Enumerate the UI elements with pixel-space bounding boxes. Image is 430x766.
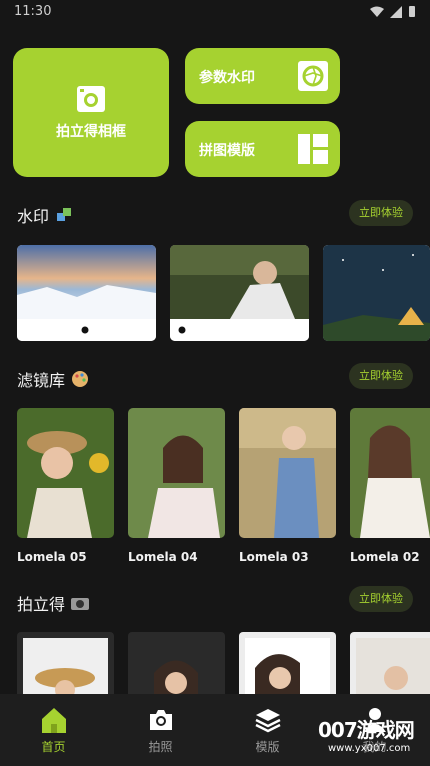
watermark-title-text: 水印 bbox=[17, 207, 50, 226]
instant-try-button[interactable]: 立即体验 bbox=[349, 586, 413, 612]
collage-template-label: 拼图模版 bbox=[199, 143, 255, 159]
apple-logo-icon bbox=[178, 326, 186, 334]
watermark-card[interactable] bbox=[17, 245, 156, 341]
watermark-section-title: 水印 bbox=[17, 203, 73, 227]
tab-home[interactable]: 首页 bbox=[0, 694, 107, 766]
puzzle-icon bbox=[57, 208, 72, 221]
site-watermark-url: www.yx007.com bbox=[328, 743, 411, 754]
tab-home-label: 首页 bbox=[41, 740, 66, 754]
filters-title-text: 滤镜库 bbox=[17, 371, 66, 390]
param-watermark-label: 参数水印 bbox=[199, 70, 255, 86]
watermark-try-button[interactable]: 立即体验 bbox=[349, 200, 413, 226]
battery-icon bbox=[409, 6, 415, 17]
filter-photo bbox=[239, 408, 336, 538]
layers-icon bbox=[255, 709, 281, 733]
filter-photo bbox=[128, 408, 225, 538]
filter-photo bbox=[17, 408, 114, 538]
param-watermark-tile[interactable]: 参数水印 bbox=[185, 48, 340, 104]
wifi-icon bbox=[370, 6, 384, 17]
watermark-card[interactable] bbox=[323, 245, 430, 341]
filter-card[interactable] bbox=[128, 408, 225, 538]
instant-photo bbox=[134, 638, 219, 702]
filter-name: Lomela 03 bbox=[239, 550, 309, 564]
watermark-strip bbox=[170, 319, 309, 341]
instant-card[interactable] bbox=[128, 632, 225, 702]
status-time: 11:30 bbox=[14, 4, 52, 19]
instant-photo bbox=[356, 638, 430, 702]
camera-emoji-icon bbox=[71, 598, 90, 610]
filter-name: Lomela 02 bbox=[350, 550, 420, 564]
watermark-card[interactable] bbox=[170, 245, 309, 341]
apple-logo-icon bbox=[81, 326, 89, 334]
filters-section-title: 滤镜库 bbox=[17, 367, 89, 391]
tab-template[interactable]: 模版 bbox=[214, 694, 321, 766]
collage-template-tile[interactable]: 拼图模版 bbox=[185, 121, 340, 177]
watermark-photo bbox=[323, 245, 430, 341]
watermark-photo bbox=[17, 245, 156, 319]
camera-icon bbox=[77, 86, 105, 112]
instant-frame-tile[interactable]: 拍立得相框 bbox=[13, 48, 169, 177]
watermark-strip bbox=[17, 319, 156, 341]
instant-section-title: 拍立得 bbox=[17, 591, 90, 615]
instant-frame-label: 拍立得相框 bbox=[56, 124, 126, 140]
status-bar: 11:30 bbox=[0, 0, 430, 26]
tab-template-label: 模版 bbox=[255, 740, 280, 754]
instant-card[interactable] bbox=[239, 632, 336, 702]
instant-photo bbox=[245, 638, 330, 702]
aperture-icon bbox=[298, 61, 328, 91]
palette-icon bbox=[72, 371, 89, 387]
instant-card[interactable] bbox=[17, 632, 114, 702]
tab-camera-label: 拍照 bbox=[148, 740, 173, 754]
filter-photo bbox=[350, 408, 430, 538]
instant-title-text: 拍立得 bbox=[17, 595, 66, 614]
instant-card[interactable] bbox=[350, 632, 430, 702]
home-icon bbox=[42, 708, 66, 733]
status-icons bbox=[370, 5, 416, 18]
tab-camera[interactable]: 拍照 bbox=[107, 694, 214, 766]
site-watermark: 007游戏网 bbox=[318, 718, 415, 742]
filter-card[interactable] bbox=[350, 408, 430, 538]
signal-icon bbox=[390, 5, 402, 18]
filter-name: Lomela 04 bbox=[128, 550, 198, 564]
filter-card[interactable] bbox=[239, 408, 336, 538]
watermark-photo bbox=[170, 245, 309, 319]
filter-card[interactable] bbox=[17, 408, 114, 538]
filter-name: Lomela 05 bbox=[17, 550, 87, 564]
camera-icon bbox=[150, 710, 172, 730]
instant-photo bbox=[23, 638, 108, 702]
layout-icon bbox=[298, 134, 328, 164]
filters-try-button[interactable]: 立即体验 bbox=[349, 363, 413, 389]
